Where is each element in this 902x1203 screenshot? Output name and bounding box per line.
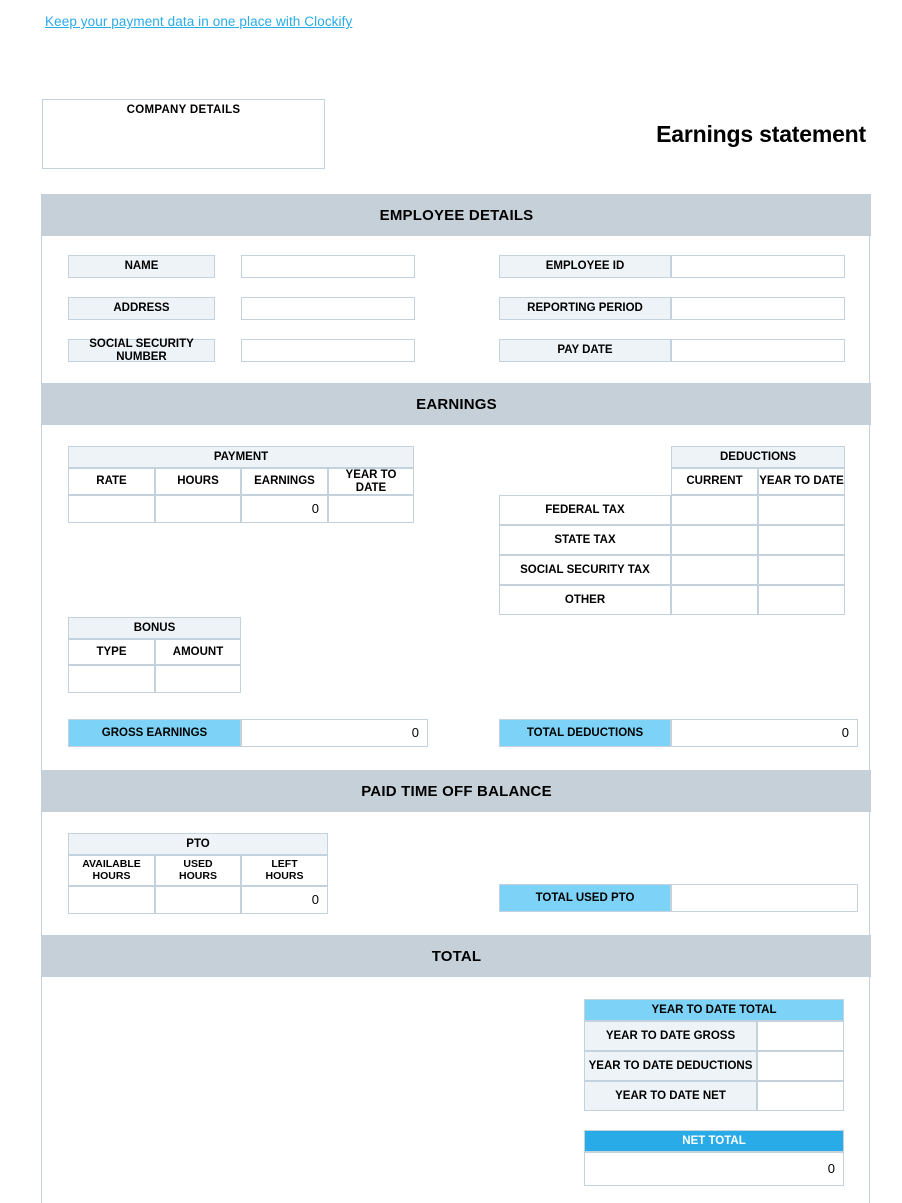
pto-column-left-hours-line2: HOURS <box>265 869 304 882</box>
deductions-cell-social-security-tax-current[interactable] <box>671 555 758 585</box>
pto-column-available-hours: AVAILABLE HOURS <box>68 855 155 886</box>
deductions-table-title: DEDUCTIONS <box>671 446 845 468</box>
field-input-reporting-period[interactable] <box>671 297 845 320</box>
deductions-column-current: CURRENT <box>671 468 758 495</box>
deductions-row-label-other: OTHER <box>499 585 671 615</box>
deductions-cell-social-security-tax-ytd[interactable] <box>758 555 845 585</box>
payment-column-earnings: EARNINGS <box>241 468 328 495</box>
bonus-cell-amount[interactable] <box>155 665 241 693</box>
section-header-employee-details: EMPLOYEE DETAILS <box>42 194 871 236</box>
payment-cell-year-to-date[interactable] <box>328 495 414 523</box>
deductions-cell-federal-tax-ytd[interactable] <box>758 495 845 525</box>
field-label-reporting-period: REPORTING PERIOD <box>499 297 671 320</box>
pto-cell-used-hours[interactable] <box>155 886 241 914</box>
field-label-employee-id: EMPLOYEE ID <box>499 255 671 278</box>
payment-column-rate: RATE <box>68 468 155 495</box>
deductions-cell-other-current[interactable] <box>671 585 758 615</box>
deductions-row-label-federal-tax: FEDERAL TAX <box>499 495 671 525</box>
gross-earnings-value[interactable]: 0 <box>241 719 428 747</box>
field-input-employee-id[interactable] <box>671 255 845 278</box>
ytd-value-gross[interactable] <box>757 1021 844 1051</box>
section-header-paid-time-off-balance: PAID TIME OFF BALANCE <box>42 770 871 812</box>
pto-column-used-hours-line1: USED <box>183 857 213 870</box>
pto-cell-available-hours[interactable] <box>68 886 155 914</box>
total-used-pto-value[interactable] <box>671 884 858 912</box>
bonus-column-type: TYPE <box>68 639 155 665</box>
ytd-value-net[interactable] <box>757 1081 844 1111</box>
earnings-statement-document: EMPLOYEE DETAILS NAME ADDRESS SOCIAL SEC… <box>41 194 871 1203</box>
field-label-address: ADDRESS <box>68 297 215 320</box>
section-title: EMPLOYEE DETAILS <box>379 206 534 224</box>
payment-column-year-to-date: YEAR TO DATE <box>328 468 414 495</box>
deductions-cell-state-tax-current[interactable] <box>671 525 758 555</box>
pto-column-left-hours-line1: LEFT <box>271 857 298 870</box>
pto-column-used-hours: USED HOURS <box>155 855 241 886</box>
deductions-cell-state-tax-ytd[interactable] <box>758 525 845 555</box>
section-header-earnings: EARNINGS <box>42 383 871 425</box>
pto-cell-left-hours[interactable]: 0 <box>241 886 328 914</box>
clockify-promo-link[interactable]: Keep your payment data in one place with… <box>45 14 352 29</box>
field-input-name[interactable] <box>241 255 415 278</box>
section-title: EARNINGS <box>416 395 497 413</box>
ytd-label-deductions: YEAR TO DATE DEDUCTIONS <box>584 1051 757 1081</box>
ytd-label-net: YEAR TO DATE NET <box>584 1081 757 1111</box>
payment-column-hours: HOURS <box>155 468 241 495</box>
gross-earnings-label: GROSS EARNINGS <box>68 719 241 747</box>
pto-column-left-hours: LEFT HOURS <box>241 855 328 886</box>
total-used-pto-label: TOTAL USED PTO <box>499 884 671 912</box>
payment-table-title: PAYMENT <box>68 446 414 468</box>
pto-column-available-hours-line1: AVAILABLE <box>82 857 141 870</box>
net-total-value[interactable]: 0 <box>584 1152 844 1186</box>
field-input-pay-date[interactable] <box>671 339 845 362</box>
total-deductions-label: TOTAL DEDUCTIONS <box>499 719 671 747</box>
bonus-cell-type[interactable] <box>68 665 155 693</box>
pto-table-title: PTO <box>68 833 328 855</box>
deductions-row-label-social-security-tax: SOCIAL SECURITY TAX <box>499 555 671 585</box>
deductions-column-year-to-date: YEAR TO DATE <box>758 468 845 495</box>
pto-column-available-hours-line2: HOURS <box>92 869 131 882</box>
payment-cell-earnings[interactable]: 0 <box>241 495 328 523</box>
net-total-label: NET TOTAL <box>584 1130 844 1152</box>
field-input-social-security-number[interactable] <box>241 339 415 362</box>
ytd-label-gross: YEAR TO DATE GROSS <box>584 1021 757 1051</box>
deductions-cell-federal-tax-current[interactable] <box>671 495 758 525</box>
bonus-table-title: BONUS <box>68 617 241 639</box>
field-label-name: NAME <box>68 255 215 278</box>
field-label-social-security-number: SOCIAL SECURITY NUMBER <box>68 338 215 363</box>
bonus-column-amount: AMOUNT <box>155 639 241 665</box>
section-header-total: TOTAL <box>42 935 871 977</box>
total-deductions-value[interactable]: 0 <box>671 719 858 747</box>
field-label-pay-date: PAY DATE <box>499 339 671 362</box>
company-details-box[interactable]: COMPANY DETAILS <box>42 99 325 169</box>
payment-cell-rate[interactable] <box>68 495 155 523</box>
section-title: TOTAL <box>431 947 482 965</box>
section-title: PAID TIME OFF BALANCE <box>361 782 552 800</box>
deductions-cell-other-ytd[interactable] <box>758 585 845 615</box>
field-input-address[interactable] <box>241 297 415 320</box>
ytd-value-deductions[interactable] <box>757 1051 844 1081</box>
page-title: Earnings statement <box>656 121 866 147</box>
company-details-label: COMPANY DETAILS <box>126 104 241 116</box>
pto-column-used-hours-line2: HOURS <box>179 869 217 882</box>
year-to-date-total-title: YEAR TO DATE TOTAL <box>584 999 844 1021</box>
payment-cell-hours[interactable] <box>155 495 241 523</box>
deductions-row-label-state-tax: STATE TAX <box>499 525 671 555</box>
